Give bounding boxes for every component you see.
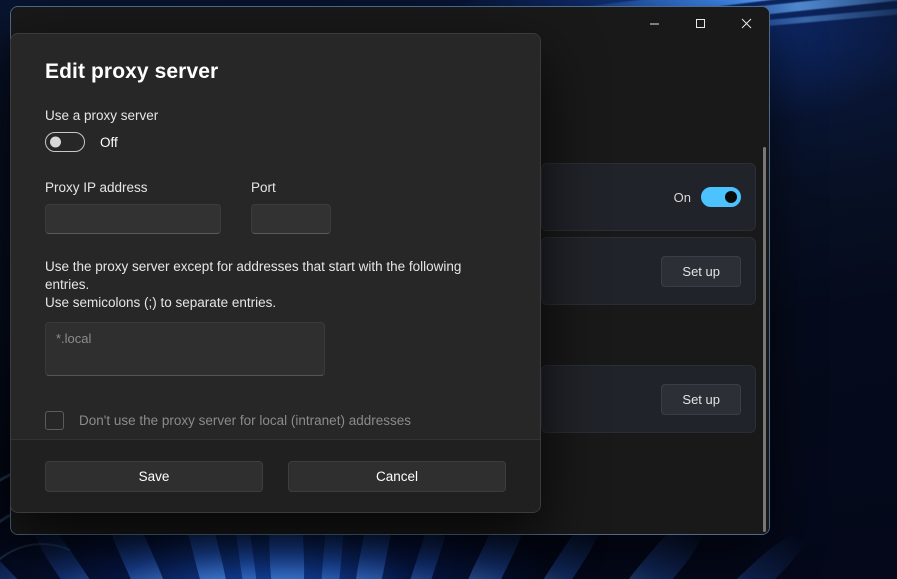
maximize-icon (695, 18, 706, 29)
close-icon (741, 18, 752, 29)
dialog-body: Edit proxy server Use a proxy server Off… (11, 34, 540, 430)
set-up-button[interactable]: Set up (661, 383, 741, 415)
window-scrollbar[interactable] (763, 147, 766, 532)
use-proxy-toggle-state: Off (100, 134, 118, 150)
bypass-local-label: Don't use the proxy server for local (in… (79, 413, 411, 428)
cancel-button[interactable]: Cancel (288, 460, 506, 492)
use-proxy-toggle[interactable] (45, 132, 85, 152)
edit-proxy-dialog: Edit proxy server Use a proxy server Off… (10, 33, 541, 513)
port-group: Port (251, 180, 331, 234)
ip-port-row: Proxy IP address Port (45, 180, 506, 234)
wallpaper-ray (704, 527, 810, 579)
minimize-icon (649, 18, 660, 29)
settings-card-toggle: On (541, 163, 756, 231)
minimize-button[interactable] (631, 7, 677, 40)
set-up-button[interactable]: Set up (661, 255, 741, 287)
bypass-local-checkbox[interactable] (45, 411, 64, 430)
maximize-button[interactable] (677, 7, 723, 40)
port-input[interactable] (251, 204, 331, 234)
exceptions-description: Use the proxy server except for addresse… (45, 258, 506, 312)
use-proxy-toggle-row: Off (45, 132, 506, 152)
settings-card-setup-2: Set up (541, 365, 756, 433)
proxy-ip-label: Proxy IP address (45, 180, 148, 195)
save-button[interactable]: Save (45, 460, 263, 492)
exceptions-textarea[interactable] (45, 322, 325, 376)
proxy-ip-input[interactable] (45, 204, 221, 234)
dialog-footer: Save Cancel (11, 439, 540, 512)
proxy-ip-group: Proxy IP address (45, 180, 221, 234)
screen: On Set up Set up Edit proxy server Use a… (0, 0, 897, 579)
exceptions-description-line-2: Use semicolons (;) to separate entries. (45, 295, 277, 310)
settings-toggle-switch[interactable] (701, 187, 741, 207)
exceptions-description-line-1: Use the proxy server except for addresse… (45, 259, 462, 292)
close-button[interactable] (723, 7, 769, 40)
settings-card-setup-1: Set up (541, 237, 756, 305)
port-label: Port (251, 180, 276, 195)
bypass-local-row: Don't use the proxy server for local (in… (45, 411, 506, 430)
dialog-title: Edit proxy server (45, 60, 219, 83)
toggle-state-label: On (673, 189, 691, 205)
use-proxy-label: Use a proxy server (45, 108, 159, 123)
